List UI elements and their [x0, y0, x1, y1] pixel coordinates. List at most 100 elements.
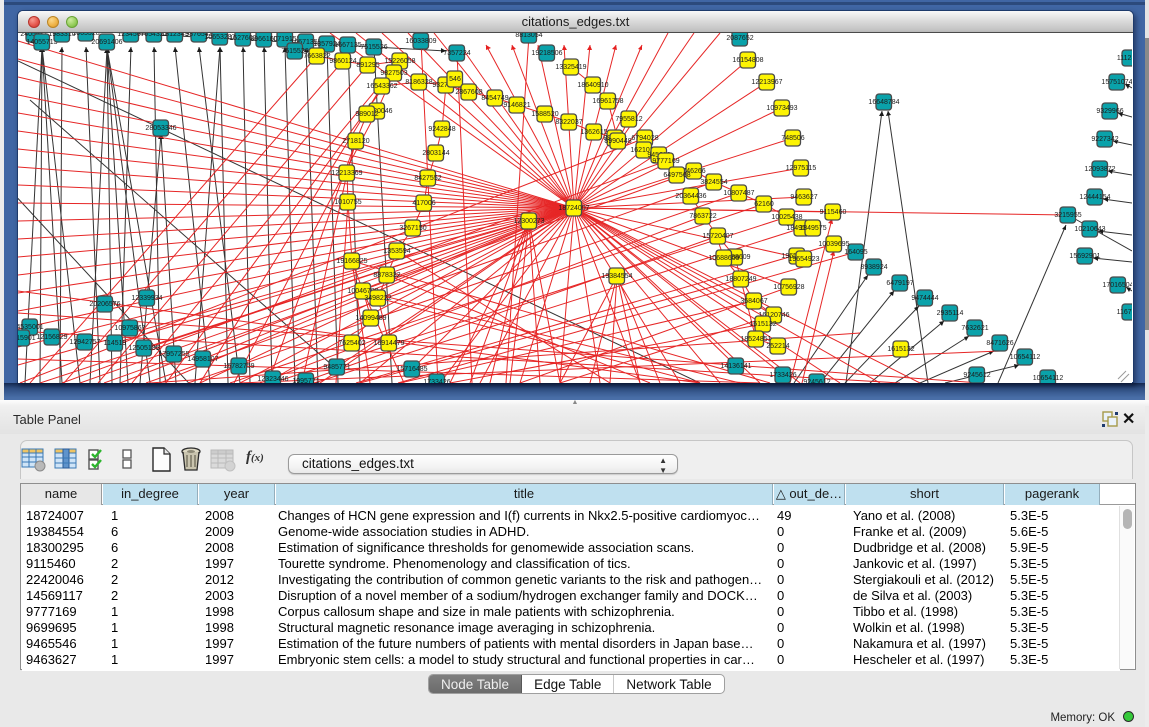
svg-text:10039695: 10039695: [818, 241, 849, 248]
svg-text:2867608: 2867608: [455, 89, 482, 96]
svg-text:10654112: 10654112: [1010, 354, 1041, 361]
svg-text:8186328: 8186328: [405, 79, 432, 86]
svg-text:12213967: 12213967: [751, 79, 782, 86]
svg-text:417006: 417006: [412, 200, 435, 207]
svg-text:1065328: 1065328: [72, 33, 99, 37]
svg-text:16961758: 16961758: [592, 98, 623, 105]
svg-text:7863722: 7863722: [689, 213, 716, 220]
svg-text:15692901: 15692901: [1069, 253, 1100, 260]
svg-text:12444154: 12444154: [1079, 194, 1110, 201]
svg-text:14136141: 14136141: [720, 363, 751, 370]
svg-text:2718120: 2718120: [342, 138, 369, 145]
svg-text:1010755: 1010755: [334, 199, 361, 206]
svg-text:12156829: 12156829: [36, 334, 67, 341]
svg-text:1615132: 1615132: [887, 346, 914, 353]
svg-text:16154808: 16154808: [732, 57, 763, 64]
svg-text:19218506: 19218506: [531, 50, 562, 57]
svg-text:17016504: 17016504: [1102, 282, 1132, 289]
svg-text:3915901: 3915901: [18, 335, 36, 342]
svg-text:3267150: 3267150: [399, 225, 426, 232]
svg-text:6794028: 6794028: [631, 135, 658, 142]
svg-text:18640910: 18640910: [577, 82, 608, 89]
svg-text:15226058: 15226058: [384, 58, 415, 65]
svg-text:9777169: 9777169: [652, 158, 679, 165]
svg-text:2803144: 2803144: [422, 150, 449, 157]
svg-text:8878332: 8878332: [373, 272, 400, 279]
svg-text:19166825: 19166825: [336, 258, 367, 265]
svg-text:17957255: 17957255: [158, 351, 189, 358]
svg-text:18724007: 18724007: [558, 205, 589, 212]
svg-text:16543362: 16543362: [366, 83, 397, 90]
svg-text:19384554: 19384554: [601, 273, 632, 280]
svg-text:8322037: 8322037: [555, 119, 582, 126]
svg-text:7955812: 7955812: [615, 116, 642, 123]
svg-text:8454749: 8454749: [481, 95, 508, 102]
svg-text:3498222: 3498222: [364, 295, 391, 302]
svg-text:2087652: 2087652: [726, 35, 753, 42]
svg-text:9860124: 9860124: [329, 58, 356, 65]
svg-text:1353594: 1353594: [383, 248, 410, 255]
svg-text:1733426: 1733426: [423, 379, 450, 383]
svg-text:14099489: 14099489: [355, 315, 386, 322]
svg-text:3824554: 3824554: [700, 179, 727, 186]
svg-text:13325419: 13325419: [555, 64, 586, 71]
svg-text:10210643: 10210643: [1074, 226, 1105, 233]
svg-text:28053346: 28053346: [145, 125, 176, 132]
svg-text:20364436: 20364436: [675, 193, 706, 200]
svg-text:252214: 252214: [766, 343, 789, 350]
svg-text:9485771: 9485771: [323, 364, 350, 371]
svg-text:20206576: 20206576: [89, 301, 120, 308]
svg-text:9329966: 9329966: [1096, 108, 1123, 115]
svg-text:15716485: 15716485: [396, 366, 427, 373]
svg-text:14958107: 14958107: [187, 356, 218, 363]
svg-text:20691406: 20691406: [91, 39, 122, 46]
svg-text:114519: 114519: [104, 340, 127, 347]
svg-text:164095: 164095: [844, 249, 867, 256]
svg-text:1995771: 1995771: [292, 378, 319, 383]
svg-text:8938924: 8938924: [860, 264, 887, 271]
svg-text:10756928: 10756928: [773, 284, 804, 291]
svg-text:9245612: 9245612: [803, 379, 830, 383]
svg-text:1588520: 1588520: [531, 111, 558, 118]
svg-text:14055713: 14055713: [26, 39, 57, 46]
svg-text:2935114: 2935114: [937, 310, 964, 317]
svg-text:1733426: 1733426: [769, 372, 796, 379]
svg-text:891295: 891295: [356, 62, 379, 69]
svg-text:8813054: 8813054: [515, 33, 542, 39]
svg-text:10807487: 10807487: [723, 190, 754, 197]
svg-text:546: 546: [449, 76, 461, 83]
svg-text:9245612: 9245612: [963, 372, 990, 379]
svg-text:16914479: 16914479: [373, 340, 404, 347]
svg-text:10688609: 10688609: [708, 255, 739, 262]
svg-text:12942757: 12942757: [69, 339, 100, 346]
svg-text:16033809: 16033809: [405, 38, 436, 45]
svg-text:7625402: 7625402: [338, 340, 365, 347]
svg-text:7632621: 7632621: [961, 325, 988, 332]
svg-text:9242848: 9242848: [428, 126, 455, 133]
svg-text:62160: 62160: [754, 201, 774, 208]
svg-text:6497568: 6497568: [663, 172, 690, 179]
svg-text:9463627: 9463627: [790, 194, 817, 201]
svg-text:10975867: 10975867: [114, 325, 145, 332]
svg-text:1112345: 1112345: [1117, 55, 1132, 62]
svg-text:6479197: 6479197: [886, 280, 913, 287]
svg-text:7357224: 7357224: [443, 50, 470, 57]
svg-text:1667135: 1667135: [334, 42, 361, 49]
svg-text:18807249: 18807249: [725, 276, 756, 283]
svg-text:12213369: 12213369: [331, 170, 362, 177]
svg-text:9827503: 9827503: [380, 70, 407, 77]
svg-text:1849575: 1849575: [799, 225, 826, 232]
svg-text:8990448: 8990448: [604, 138, 631, 145]
svg-text:9115460: 9115460: [820, 209, 847, 216]
svg-text:12323446: 12323446: [257, 376, 288, 383]
svg-text:7663822: 7663822: [303, 53, 330, 60]
svg-text:9146821: 9146821: [503, 102, 530, 109]
svg-text:10973493: 10973493: [766, 105, 797, 112]
svg-text:16782759: 16782759: [223, 363, 254, 370]
svg-text:12339934: 12339934: [131, 295, 162, 302]
svg-text:3684067: 3684067: [740, 298, 767, 305]
svg-text:7515526: 7515526: [360, 44, 387, 51]
svg-text:1615132: 1615132: [749, 321, 776, 328]
svg-text:9474444: 9474444: [911, 295, 938, 302]
svg-text:12093872: 12093872: [1084, 166, 1115, 173]
